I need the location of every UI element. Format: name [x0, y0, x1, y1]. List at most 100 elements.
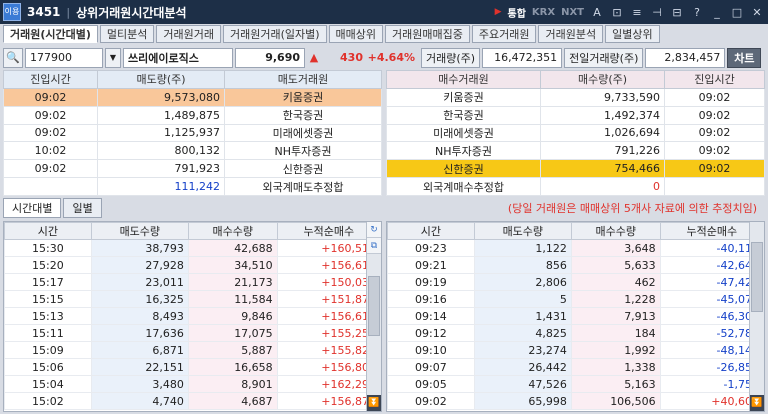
cell-cumulative-net: +156,612: [276, 307, 381, 325]
help-icon[interactable]: ?: [690, 5, 704, 19]
cell-buy-volume: 17,075: [187, 324, 278, 342]
cell-time: 09:10: [387, 341, 475, 359]
scroll-bottom-icon[interactable]: ⏬: [367, 395, 381, 411]
tab-by-time[interactable]: 시간대별: [3, 198, 62, 218]
table-row[interactable]: 09:21 856 5,633 -42,644: [387, 256, 764, 274]
table-row[interactable]: 09:14 1,431 7,913 -46,300: [387, 307, 764, 325]
tab-daily[interactable]: 일별: [63, 198, 102, 218]
market-nxt[interactable]: NXT: [561, 7, 584, 18]
table-row[interactable]: NH투자증권 791,226 09:02: [386, 141, 765, 161]
scroll-bottom-icon[interactable]: ⏬: [750, 395, 764, 411]
cell-sell-volume: 27,928: [90, 256, 189, 274]
refresh-icon[interactable]: ↻: [367, 222, 381, 238]
cell-time: 09:05: [387, 375, 475, 393]
chevron-down-icon[interactable]: ▼: [105, 47, 121, 68]
cell-time: 15:30: [4, 239, 92, 257]
table-row[interactable]: 09:02 791,923 신한증권: [3, 159, 382, 179]
cell-buy-volume: 1,992: [570, 341, 661, 359]
stock-name: 쓰리에이로직스: [123, 47, 233, 68]
table-row[interactable]: 09:23 1,122 3,648 -40,118: [387, 239, 764, 257]
tab-multi-analysis[interactable]: 멀티분석: [99, 25, 155, 43]
header-cumulative-net: 누적순매수: [276, 222, 381, 240]
current-price: 9,690: [235, 47, 305, 68]
table-row[interactable]: 09:12 4,825 184 -52,782: [387, 324, 764, 342]
flag-icon[interactable]: ▶: [495, 7, 502, 17]
table-row[interactable]: 09:19 2,806 462 -47,421: [387, 273, 764, 291]
table-row[interactable]: 09:07 26,442 1,338 -26,859: [387, 358, 764, 376]
table-row[interactable]: 15:02 4,740 4,687 +156,876: [4, 392, 381, 410]
cell-time: 09:02: [3, 123, 98, 143]
pin-icon[interactable]: ⊣: [650, 5, 664, 19]
scrollbar[interactable]: ↻ ⧉ ⏬: [366, 222, 381, 411]
export-icon[interactable]: ⊡: [610, 5, 624, 19]
tab-daily-top[interactable]: 일별상위: [605, 25, 660, 43]
table-row[interactable]: 15:09 6,871 5,887 +155,820: [4, 341, 381, 359]
cell-time: 09:23: [387, 239, 475, 257]
cell-time: 09:02: [3, 159, 98, 179]
search-icon[interactable]: 🔍: [3, 47, 23, 68]
table-row[interactable]: 09:05 47,526 5,163 -1,755: [387, 375, 764, 393]
cell-cumulative-net: +156,615: [276, 256, 381, 274]
scrollbar[interactable]: ⏬: [749, 222, 764, 411]
tab-broker-analysis[interactable]: 거래원분석: [538, 25, 604, 43]
market-integrated[interactable]: 통합: [508, 5, 526, 20]
tab-broker-trade-daily[interactable]: 거래원거래(일자별): [223, 25, 327, 43]
table-row[interactable]: 15:30 38,793 42,688 +160,510: [4, 239, 381, 257]
cell-sell-volume: 38,793: [90, 239, 189, 257]
table-row[interactable]: 신한증권 754,466 09:02: [386, 159, 765, 179]
table-row[interactable]: 09:02 65,998 106,506 +40,608: [387, 392, 764, 410]
tab-top-trades[interactable]: 매매상위: [328, 25, 384, 43]
font-icon[interactable]: A: [590, 5, 604, 19]
table-row[interactable]: 15:13 8,493 9,846 +156,612: [4, 307, 381, 325]
market-krx[interactable]: KRX: [532, 7, 555, 18]
minimize-icon[interactable]: _: [710, 5, 724, 19]
volume-value: 16,472,351: [482, 47, 563, 68]
estimate-notice: (당일 거래원은 매매상위 5개사 자료에 의한 추정치임): [507, 202, 757, 215]
table-row[interactable]: 09:02 9,573,080 키움증권: [3, 87, 382, 107]
table-row[interactable]: 09:10 23,274 1,992 -48,141: [387, 341, 764, 359]
cell-time: 09:14: [387, 307, 475, 325]
cell-qty: 754,466: [540, 159, 665, 179]
header-time: 시간: [387, 222, 475, 240]
close-icon[interactable]: ✕: [750, 5, 764, 19]
tab-major-brokers[interactable]: 주요거래원: [471, 25, 537, 43]
link-icon[interactable]: ≡: [630, 5, 644, 19]
cell-sell-volume: 5: [473, 290, 572, 308]
stock-code-input[interactable]: 177900: [25, 47, 103, 68]
table-row[interactable]: 09:02 1,125,937 미래에셋증권: [3, 123, 382, 143]
table-row[interactable]: 15:11 17,636 17,075 +155,259: [4, 324, 381, 342]
cell-sell-volume: 1,122: [473, 239, 572, 257]
table-row[interactable]: 15:15 16,325 11,584 +151,871: [4, 290, 381, 308]
table-row[interactable]: 15:06 22,151 16,658 +156,804: [4, 358, 381, 376]
cell-cumulative-net: +155,820: [276, 341, 381, 359]
cell-buy-volume: 42,688: [187, 239, 278, 257]
table-row[interactable]: 15:04 3,480 8,901 +162,297: [4, 375, 381, 393]
cell-buy-volume: 462: [570, 273, 661, 291]
table-row[interactable]: 09:02 1,489,875 한국증권: [3, 105, 382, 125]
cell-sell-volume: 856: [473, 256, 572, 274]
main-tabs: 거래원(시간대별) 멀티분석 거래원거래 거래원거래(일자별) 매매상위 거래원…: [3, 25, 660, 43]
table-row[interactable]: 15:20 27,928 34,510 +156,615: [4, 256, 381, 274]
tab-broker-concentration[interactable]: 거래원매매집중: [385, 25, 470, 43]
table-row[interactable]: 한국증권 1,492,374 09:02: [386, 105, 765, 125]
cell-sell-volume: 23,274: [473, 341, 572, 359]
maximize-icon[interactable]: □: [730, 5, 744, 19]
cell-sell-volume: 16,325: [90, 290, 189, 308]
chart-button[interactable]: 차트: [727, 47, 762, 68]
cell-time: 10:02: [3, 141, 98, 161]
table-row[interactable]: 15:17 23,011 21,173 +150,033: [4, 273, 381, 291]
cell-cumulative-net: -46,300: [659, 307, 764, 325]
cell-time: 09:12: [387, 324, 475, 342]
title-separator: |: [66, 5, 71, 19]
copy-icon[interactable]: ⧉: [367, 238, 381, 254]
table-row[interactable]: 미래에셋증권 1,026,694 09:02: [386, 123, 765, 143]
table-row[interactable]: 09:16 5 1,228 -45,077: [387, 290, 764, 308]
settings-icon[interactable]: ⊟: [670, 5, 684, 19]
table-row[interactable]: 키움증권 9,733,590 09:02: [386, 87, 765, 107]
table-row[interactable]: 10:02 800,132 NH투자증권: [3, 141, 382, 161]
scroll-thumb[interactable]: [751, 242, 763, 312]
cell-broker: 한국증권: [224, 105, 382, 125]
tab-broker-trade[interactable]: 거래원거래: [156, 25, 221, 43]
tab-broker-by-time[interactable]: 거래원(시간대별): [3, 25, 98, 43]
scroll-thumb[interactable]: [368, 276, 380, 336]
